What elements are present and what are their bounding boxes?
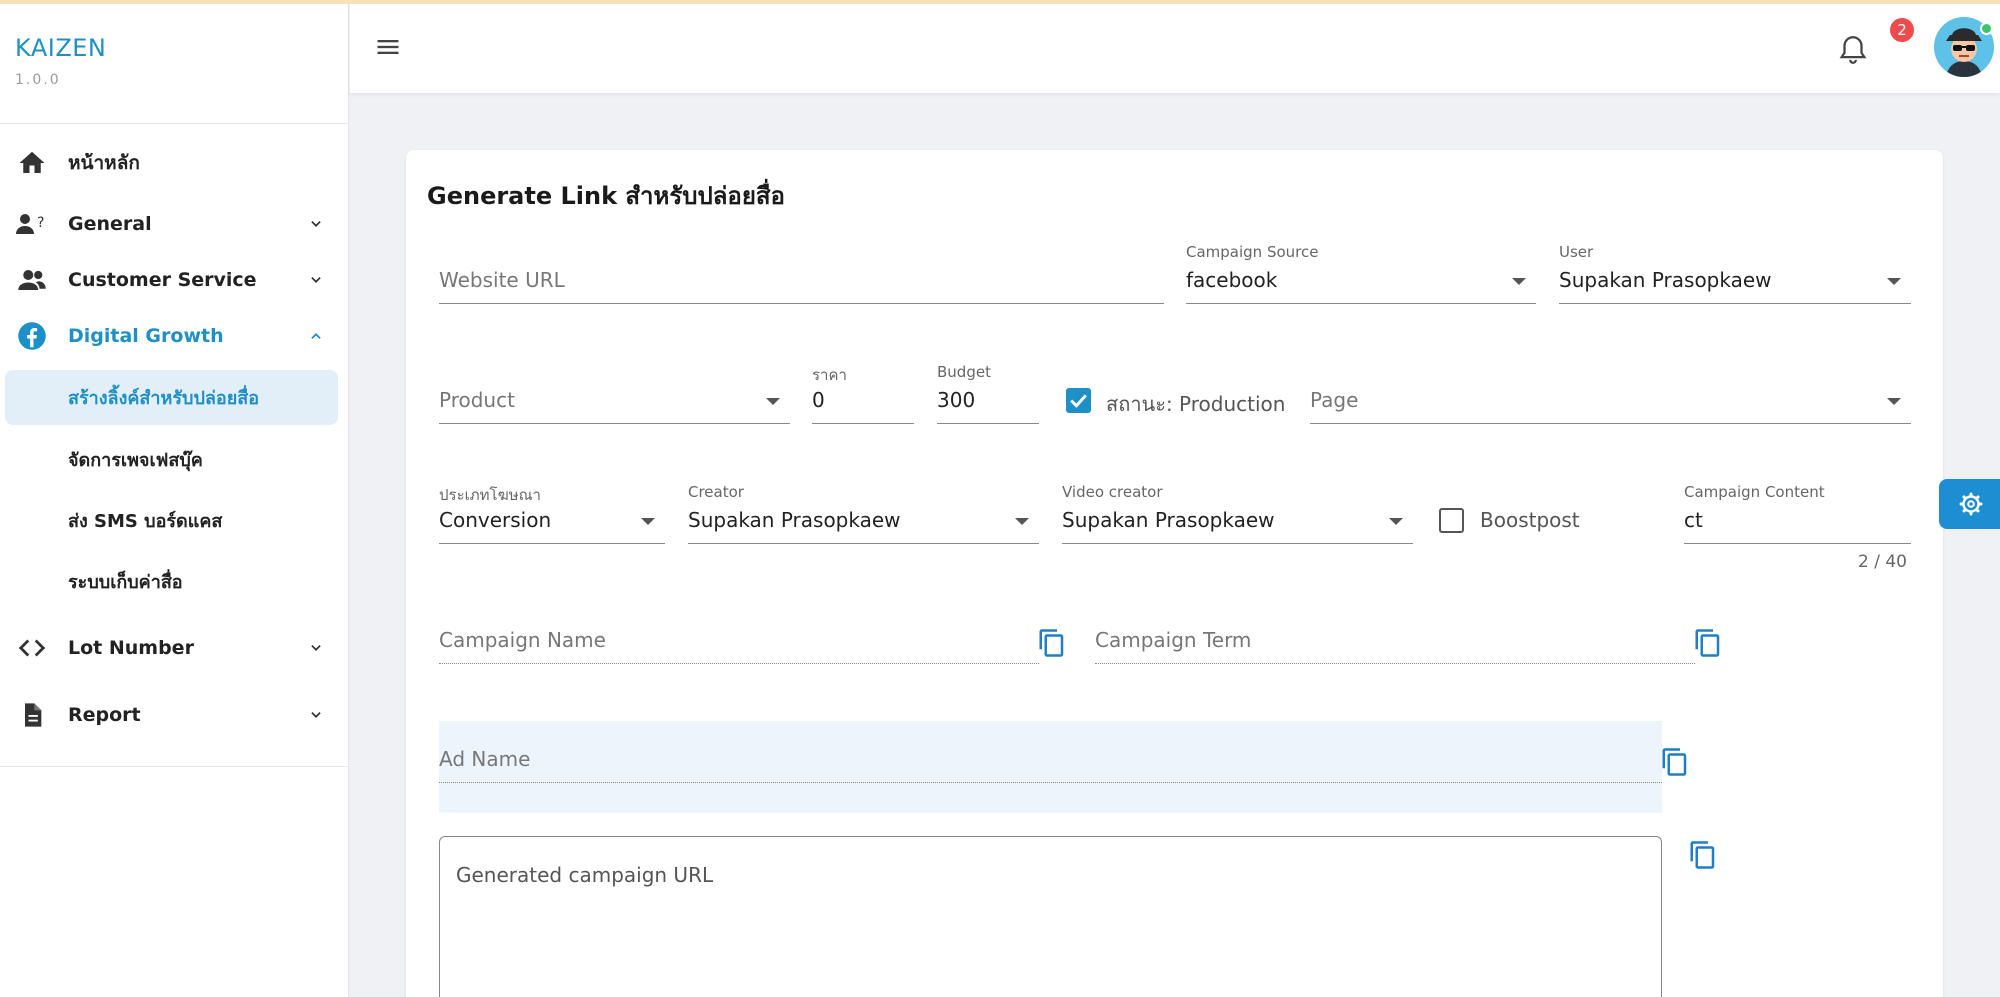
dropdown-arrow-icon bbox=[1887, 278, 1901, 285]
sidebar: KAIZEN 1.0.0 หน้าหลัก ? General Customer… bbox=[0, 4, 349, 997]
sidebar-item-label: General bbox=[68, 213, 152, 235]
generated-url-placeholder: Generated campaign URL bbox=[456, 863, 714, 887]
campaign-content-label: Campaign Content bbox=[1684, 483, 1825, 501]
sidebar-item-label: Lot Number bbox=[68, 637, 194, 659]
sidebar-item-general[interactable]: ? General bbox=[0, 199, 349, 249]
product-placeholder: Product bbox=[439, 388, 515, 412]
chevron-down-icon bbox=[306, 214, 326, 234]
creator-value: Supakan Prasopkaew bbox=[688, 508, 901, 532]
settings-gear-icon[interactable] bbox=[1939, 479, 2000, 529]
campaign-term-field[interactable]: Campaign Term bbox=[1095, 618, 1695, 664]
sidebar-subitem-media-cost[interactable]: ระบบเก็บค่าสื่อ bbox=[5, 554, 338, 609]
dropdown-arrow-icon bbox=[1512, 278, 1526, 285]
video-creator-select[interactable]: Video creator Supakan Prasopkaew bbox=[1062, 480, 1413, 544]
top-header: 2 bbox=[350, 4, 2000, 93]
boostpost-label: Boostpost bbox=[1480, 508, 1580, 532]
campaign-name-field[interactable]: Campaign Name bbox=[439, 618, 1039, 664]
sidebar-item-lot-number[interactable]: Lot Number bbox=[0, 623, 349, 673]
budget-value: 300 bbox=[937, 388, 976, 412]
creator-label: Creator bbox=[688, 483, 744, 501]
sidebar-subitem-label: ระบบเก็บค่าสื่อ bbox=[68, 572, 183, 593]
people-icon bbox=[16, 264, 48, 296]
website-url-field[interactable]: Website URL bbox=[439, 258, 1164, 304]
sidebar-item-report[interactable]: Report bbox=[0, 690, 349, 740]
generated-url-textarea[interactable] bbox=[439, 836, 1662, 997]
ad-type-label: ประเภทโฆษณา bbox=[439, 486, 541, 504]
copy-ad-name-icon[interactable] bbox=[1660, 745, 1690, 779]
campaign-name-placeholder: Campaign Name bbox=[439, 628, 606, 652]
sidebar-subitem-label: ส่ง SMS บอร์ดแคส bbox=[68, 511, 223, 532]
campaign-source-value: facebook bbox=[1186, 268, 1278, 292]
online-status-dot bbox=[1980, 22, 1993, 35]
sidebar-item-label: Digital Growth bbox=[68, 325, 224, 347]
sidebar-divider bbox=[0, 766, 349, 767]
sidebar-subitem-facebook-pages[interactable]: จัดการเพจเฟสบุ๊ค bbox=[5, 432, 338, 487]
sidebar-item-label: Report bbox=[68, 704, 141, 726]
page-placeholder: Page bbox=[1310, 388, 1359, 412]
ad-type-value: Conversion bbox=[439, 508, 552, 532]
status-production-label: สถานะ: Production bbox=[1106, 392, 1286, 416]
video-creator-value: Supakan Prasopkaew bbox=[1062, 508, 1275, 532]
chevron-up-icon bbox=[306, 326, 326, 346]
campaign-source-select[interactable]: Campaign Source facebook bbox=[1186, 240, 1536, 304]
ad-name-field[interactable]: Ad Name bbox=[439, 737, 1662, 783]
sidebar-item-digital-growth[interactable]: Digital Growth bbox=[0, 311, 349, 361]
video-creator-label: Video creator bbox=[1062, 483, 1163, 501]
svg-text:?: ? bbox=[37, 215, 44, 231]
page-select[interactable]: Page bbox=[1310, 378, 1911, 424]
sidebar-divider bbox=[0, 123, 349, 124]
dropdown-arrow-icon bbox=[1887, 398, 1901, 405]
dropdown-arrow-icon bbox=[1015, 518, 1029, 525]
price-label: ราคา bbox=[812, 366, 847, 384]
sidebar-item-home[interactable]: หน้าหลัก bbox=[0, 138, 349, 188]
campaign-content-field[interactable]: Campaign Content ct bbox=[1684, 480, 1911, 544]
brand-name: KAIZEN bbox=[15, 34, 107, 62]
budget-label: Budget bbox=[937, 363, 991, 381]
budget-field[interactable]: Budget 300 bbox=[937, 360, 1039, 424]
page-title: Generate Link สำหรับปล่อยสื่อ bbox=[427, 182, 785, 210]
campaign-source-label: Campaign Source bbox=[1186, 243, 1319, 261]
home-icon bbox=[16, 147, 48, 179]
sidebar-item-label: หน้าหลัก bbox=[68, 152, 140, 174]
product-select[interactable]: Product bbox=[439, 378, 790, 424]
chevron-down-icon bbox=[306, 270, 326, 290]
character-counter: 2 / 40 bbox=[1858, 552, 1907, 572]
dropdown-arrow-icon bbox=[641, 518, 655, 525]
price-value: 0 bbox=[812, 388, 825, 412]
ad-type-select[interactable]: ประเภทโฆษณา Conversion bbox=[439, 480, 665, 544]
creator-select[interactable]: Creator Supakan Prasopkaew bbox=[688, 480, 1039, 544]
copy-campaign-name-icon[interactable] bbox=[1037, 626, 1067, 660]
copy-campaign-term-icon[interactable] bbox=[1693, 626, 1723, 660]
facebook-icon bbox=[16, 320, 48, 352]
hamburger-menu-icon[interactable] bbox=[374, 33, 402, 61]
user-label: User bbox=[1559, 243, 1594, 261]
notification-bell-icon[interactable] bbox=[1836, 32, 1870, 68]
code-icon bbox=[16, 632, 48, 664]
sidebar-item-customer-service[interactable]: Customer Service bbox=[0, 255, 349, 305]
chevron-down-icon bbox=[306, 705, 326, 725]
ad-name-placeholder: Ad Name bbox=[439, 747, 531, 771]
price-field[interactable]: ราคา 0 bbox=[812, 360, 914, 424]
boostpost-checkbox[interactable] bbox=[1439, 508, 1464, 533]
sidebar-subitem-label: จัดการเพจเฟสบุ๊ค bbox=[68, 450, 203, 471]
sidebar-subitem-label: สร้างลิ้งค์สำหรับปล่อยสื่อ bbox=[68, 388, 260, 409]
dropdown-arrow-icon bbox=[1389, 518, 1403, 525]
website-url-placeholder: Website URL bbox=[439, 268, 565, 292]
sidebar-subitem-sms-broadcast[interactable]: ส่ง SMS บอร์ดแคส bbox=[5, 493, 338, 548]
campaign-content-value: ct bbox=[1684, 508, 1703, 532]
user-select[interactable]: User Supakan Prasopkaew bbox=[1559, 240, 1911, 304]
sidebar-subitem-generate-link[interactable]: สร้างลิ้งค์สำหรับปล่อยสื่อ bbox=[5, 370, 338, 425]
sidebar-item-label: Customer Service bbox=[68, 269, 257, 291]
campaign-term-placeholder: Campaign Term bbox=[1095, 628, 1252, 652]
app-version: 1.0.0 bbox=[15, 72, 61, 88]
notification-count-badge: 2 bbox=[1890, 18, 1914, 42]
person-question-icon: ? bbox=[16, 208, 48, 240]
user-value: Supakan Prasopkaew bbox=[1559, 268, 1772, 292]
document-icon bbox=[16, 699, 48, 731]
dropdown-arrow-icon bbox=[766, 398, 780, 405]
status-production-checkbox[interactable] bbox=[1066, 388, 1091, 413]
chevron-down-icon bbox=[306, 638, 326, 658]
copy-generated-url-icon[interactable] bbox=[1688, 838, 1718, 872]
